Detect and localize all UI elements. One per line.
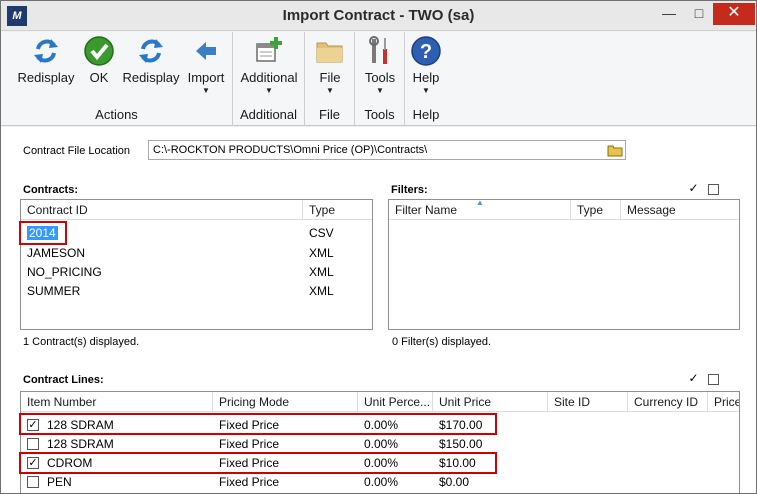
tools-button[interactable]: Tools ▼: [360, 35, 400, 103]
ribbon-group-label: Additional: [239, 107, 298, 122]
contracts-grid: Contract ID Type 2014 CSV JAMESON XML NO…: [20, 199, 373, 330]
refresh-icon: [139, 39, 163, 63]
ribbon-group-label: Tools: [364, 107, 395, 122]
ribbon-group-help: ? Help ▼ Help: [405, 32, 447, 126]
ribbon-group-additional: Additional ▼ Additional: [233, 32, 305, 126]
column-header-site-id[interactable]: Site ID: [548, 392, 628, 412]
pricing-mode: Fixed Price: [219, 475, 280, 489]
selection-highlight-box: [19, 413, 497, 435]
chevron-down-icon: ▼: [202, 86, 210, 95]
mark-all-checkbox[interactable]: ✓: [688, 182, 699, 195]
contract-line-row[interactable]: PEN Fixed Price 0.00% $0.00: [21, 473, 739, 492]
add-window-icon: [256, 37, 282, 62]
contracts-title: Contracts:: [23, 184, 79, 196]
contract-type: XML: [309, 246, 334, 260]
unmark-all-checkbox[interactable]: [708, 184, 719, 195]
mark-all-lines-checkbox[interactable]: ✓: [688, 372, 699, 385]
refresh-icon: [34, 39, 58, 63]
help-button[interactable]: ? Help ▼: [406, 35, 446, 103]
help-icon: ?: [411, 36, 441, 66]
contract-row[interactable]: JAMESON XML: [21, 244, 372, 263]
column-header-unit-percent[interactable]: Unit Perce...: [358, 392, 433, 412]
maximize-button[interactable]: □: [685, 3, 713, 25]
contract-lines-title: Contract Lines:: [23, 374, 104, 386]
ribbon-group-label: File: [319, 107, 340, 122]
unit-price: $0.00: [439, 475, 470, 489]
ribbon-group-actions: Redisplay OK Redisplay Import ▼ Actions: [1, 32, 233, 126]
ribbon-group-label: Actions: [95, 107, 138, 122]
sort-ascending-icon: ▲: [476, 199, 484, 207]
filters-header: Filter Name Type Message: [389, 200, 739, 220]
browse-folder-icon[interactable]: [607, 143, 623, 157]
contract-row[interactable]: SUMMER XML: [21, 282, 372, 301]
column-header-unit-price[interactable]: Unit Price: [433, 392, 548, 412]
contract-id: JAMESON: [27, 246, 86, 260]
title-bar: M Import Contract - TWO (sa) — □ ✕: [1, 1, 756, 31]
chevron-down-icon: ▼: [376, 86, 384, 95]
contract-id: SUMMER: [27, 284, 81, 298]
column-header-message[interactable]: Message: [621, 200, 739, 220]
column-header-type[interactable]: Type: [303, 200, 372, 220]
file-button[interactable]: File ▼: [310, 35, 350, 103]
file-location-input[interactable]: C:\-ROCKTON PRODUCTS\Omni Price (OP)\Con…: [148, 140, 626, 160]
chevron-down-icon: ▼: [326, 86, 334, 95]
column-header-filter-type[interactable]: Type: [571, 200, 621, 220]
contract-type: XML: [309, 265, 334, 279]
contract-row[interactable]: NO_PRICING XML: [21, 263, 372, 282]
column-header-pricing-mode[interactable]: Pricing Mode: [213, 392, 358, 412]
ribbon-group-label: Help: [412, 107, 440, 122]
minimize-button[interactable]: —: [655, 3, 683, 25]
svg-text:?: ?: [420, 41, 432, 63]
import-button[interactable]: Import ▼: [183, 35, 229, 103]
contract-type: XML: [309, 284, 334, 298]
column-header-contract-id[interactable]: Contract ID: [21, 200, 303, 220]
ribbon-group-tools: Tools ▼ Tools: [355, 32, 405, 126]
import-contract-window: M Import Contract - TWO (sa) — □ ✕ Redis…: [0, 0, 757, 494]
column-header-item-number[interactable]: Item Number: [21, 392, 213, 412]
filters-title: Filters:: [391, 184, 428, 196]
window-title: Import Contract - TWO (sa): [282, 7, 475, 24]
file-location-value: C:\-ROCKTON PRODUCTS\Omni Price (OP)\Con…: [153, 144, 428, 156]
filters-grid: Filter Name Type Message ▲: [388, 199, 740, 330]
file-location-label: Contract File Location: [23, 145, 130, 157]
unit-percent: 0.00%: [364, 475, 399, 489]
line-checkbox[interactable]: [27, 476, 39, 488]
contract-lines-grid: Item Number Pricing Mode Unit Perce... U…: [20, 391, 740, 493]
column-header-currency-id[interactable]: Currency ID: [628, 392, 708, 412]
content-area: Contract File Location C:\-ROCKTON PRODU…: [1, 127, 756, 493]
check-icon: [84, 36, 114, 66]
chevron-down-icon: ▼: [422, 86, 430, 95]
ribbon-group-file: File ▼ File: [305, 32, 355, 126]
folder-icon: [316, 42, 343, 63]
arrow-left-icon: [196, 42, 216, 60]
additional-button[interactable]: Additional ▼: [237, 35, 301, 103]
unmark-all-lines-checkbox[interactable]: [708, 374, 719, 385]
filters-status: 0 Filter(s) displayed.: [392, 336, 492, 348]
redisplay-2-button[interactable]: Redisplay: [121, 35, 181, 103]
chevron-down-icon: ▼: [265, 86, 273, 95]
contract-type: CSV: [309, 226, 334, 240]
contract-row[interactable]: 2014 CSV: [21, 224, 372, 243]
ok-button[interactable]: OK: [79, 35, 119, 103]
item-number: PEN: [47, 475, 72, 489]
column-header-price[interactable]: Price: [708, 392, 739, 412]
contract-id: NO_PRICING: [27, 265, 102, 279]
contracts-header: Contract ID Type: [21, 200, 372, 220]
close-button[interactable]: ✕: [713, 3, 755, 25]
contract-lines-header: Item Number Pricing Mode Unit Perce... U…: [21, 392, 739, 412]
tools-icon: [369, 36, 387, 64]
contracts-status: 1 Contract(s) displayed.: [23, 336, 140, 348]
ribbon: Redisplay OK Redisplay Import ▼ Actions …: [1, 32, 756, 126]
redisplay-button[interactable]: Redisplay: [15, 35, 77, 103]
line-checkbox[interactable]: [27, 438, 39, 450]
selection-highlight-box: [19, 221, 67, 245]
selection-highlight-box: [19, 452, 497, 474]
